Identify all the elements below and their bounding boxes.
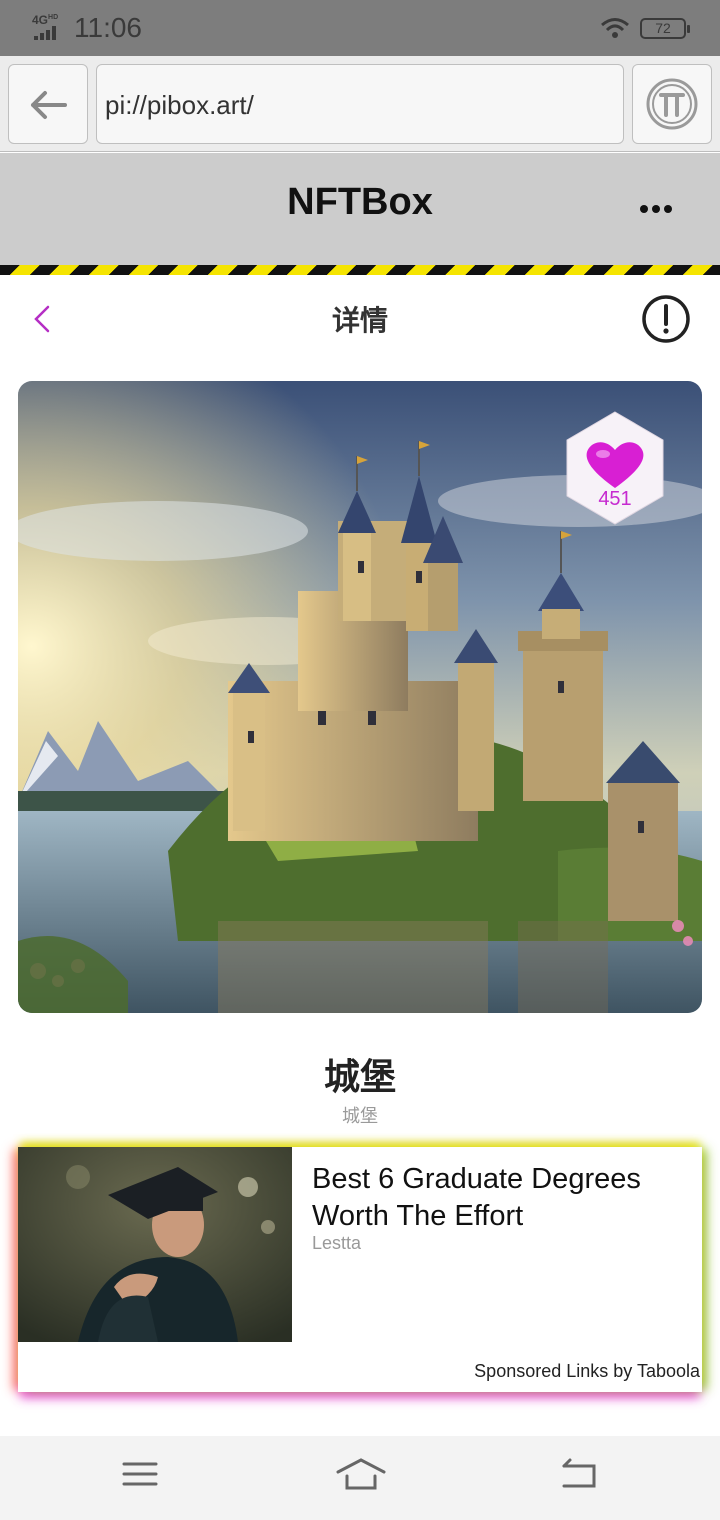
status-bar: 4GHD 11:06 72 — [0, 0, 720, 56]
ad-sponsor-label[interactable]: Sponsored Links by Taboola — [474, 1361, 700, 1382]
report-button[interactable] — [640, 293, 692, 345]
like-count: 451 — [598, 488, 632, 510]
nft-subtitle: 城堡 — [342, 1106, 378, 1126]
signal-icon — [34, 26, 64, 40]
menu-icon[interactable] — [118, 1454, 162, 1494]
arrow-left-icon — [31, 91, 67, 119]
ellipsis-icon — [640, 205, 672, 213]
graduate-photo — [18, 1147, 292, 1342]
browser-back-button[interactable] — [8, 64, 88, 144]
app-title: NFTBox — [287, 181, 433, 223]
system-nav-bar — [0, 1436, 720, 1520]
alert-circle-icon — [642, 295, 690, 343]
ad-source: Lestta — [312, 1233, 362, 1253]
status-time: 11:06 — [74, 12, 142, 43]
more-button[interactable] — [626, 189, 686, 229]
home-icon[interactable] — [336, 1454, 386, 1494]
detail-title: 详情 — [331, 305, 388, 336]
app-header: NFTBox — [0, 153, 720, 265]
pi-logo-icon — [646, 78, 698, 130]
wifi-icon — [601, 18, 629, 38]
sponsored-ad-card[interactable]: Best 6 Graduate Degrees Worth The Effort… — [18, 1147, 702, 1392]
browser-bar: pi://pibox.art/ — [0, 56, 720, 152]
ad-image[interactable] — [18, 1147, 292, 1342]
ad-headline[interactable]: Best 6 Graduate Degrees Worth The Effort — [312, 1161, 692, 1235]
detail-header: 详情 — [0, 275, 720, 365]
battery-icon: 72 — [640, 18, 690, 39]
return-icon[interactable] — [556, 1454, 600, 1494]
nft-title: 城堡 — [323, 1056, 396, 1097]
pi-browser-button[interactable] — [632, 64, 712, 144]
url-field[interactable]: pi://pibox.art/ — [96, 64, 624, 144]
hazard-stripe — [0, 265, 720, 275]
network-type: 4GHD — [32, 13, 59, 27]
